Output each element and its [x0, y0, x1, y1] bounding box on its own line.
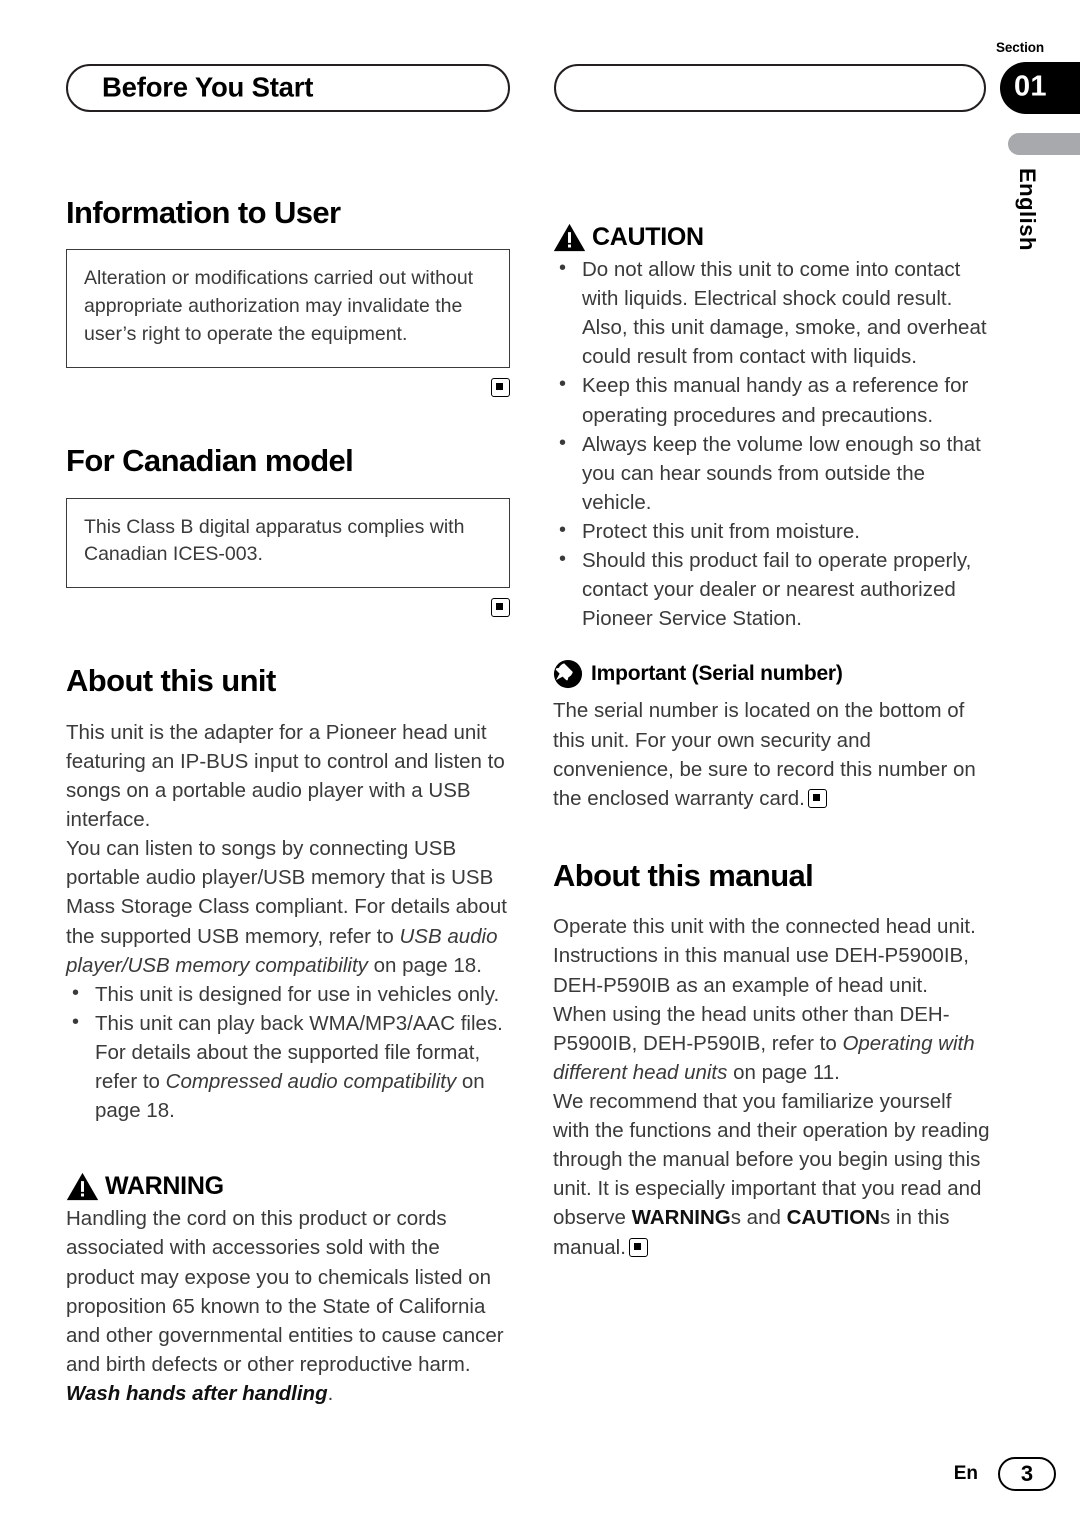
list-item: Should this product fail to operate prop…: [553, 545, 993, 633]
manual-para3-bold-caution: CAUTION: [786, 1206, 880, 1230]
end-of-section-icon: [628, 1237, 648, 1257]
important-note-title: Important (Serial number): [591, 662, 843, 686]
heading-about-this-unit: About this unit: [66, 663, 276, 699]
paragraph-about-manual-1: Operate this unit with the connected hea…: [553, 915, 976, 997]
manual-para3-mid: s and: [730, 1206, 787, 1230]
section-number: 01: [1014, 70, 1047, 103]
heading-information-to-user: Information to User: [66, 195, 341, 230]
page-footer: En 3: [954, 1457, 1056, 1491]
header-pill-right: [554, 64, 986, 112]
heading-about-this-manual: About this manual: [553, 857, 814, 893]
boxed-note-information-to-user: Alteration or modifications carried out …: [66, 249, 510, 369]
para2-part-b: on page 18.: [367, 953, 482, 977]
paragraph-about-unit-1: This unit is the adapter for a Pioneer h…: [66, 720, 505, 832]
warning-text: Handling the cord on this product or cor…: [66, 1204, 510, 1408]
list-item: Keep this manual handy as a reference fo…: [553, 370, 993, 429]
language-tab-bar: [1008, 133, 1080, 155]
list-item: Protect this unit from moisture.: [553, 516, 993, 546]
end-of-section-marker-row: [66, 378, 510, 400]
warning-text-a: Handling the cord on this product or cor…: [66, 1207, 504, 1376]
manual-page: Before You Start Section 01 English Info…: [0, 0, 1080, 1529]
warning-banner: WARNING: [66, 1171, 510, 1201]
section-number-badge: 01: [1000, 62, 1080, 114]
warning-title: WARNING: [105, 1172, 224, 1201]
heading-for-canadian-model: For Canadian model: [66, 443, 354, 479]
list-item: Do not allow this unit to come into cont…: [553, 254, 993, 371]
right-column: CAUTION Do not allow this unit to come i…: [553, 222, 993, 1262]
list-item: This unit is designed for use in vehicle…: [66, 979, 510, 1009]
left-column: Information to User Alteration or modifi…: [66, 196, 510, 1408]
footer-language-code: En: [953, 1463, 978, 1484]
end-of-section-icon: [491, 378, 510, 398]
section-label: Section: [996, 40, 1045, 55]
end-of-section-icon: [491, 598, 510, 618]
important-note-body: The serial number is located on the bott…: [553, 699, 976, 810]
page-title: Before You Start: [102, 71, 314, 103]
end-of-section-marker-row: [66, 598, 510, 620]
bullet-text-a: This unit is designed for use in vehicle…: [95, 982, 500, 1006]
bullet-italic-ref: Compressed audio compatibility: [165, 1070, 457, 1094]
warning-text-emphasis: Wash hands after handling: [66, 1381, 328, 1405]
important-note-header: Important (Serial number): [553, 659, 993, 689]
warning-text-b: .: [327, 1381, 334, 1405]
list-item: Always keep the volume low enough so tha…: [553, 429, 993, 517]
page-number-badge: 3: [998, 1457, 1056, 1491]
page-header: Before You Start: [66, 64, 986, 112]
pushpin-icon: [553, 659, 583, 689]
header-pill-left: Before You Start: [66, 64, 510, 112]
manual-para2-b: on page 11.: [727, 1060, 840, 1084]
caution-bullet-list: Do not allow this unit to come into cont…: [553, 254, 993, 633]
boxed-note-canadian-model: This Class B digital apparatus complies …: [66, 497, 510, 589]
end-of-section-icon: [807, 788, 827, 808]
caution-title: CAUTION: [592, 223, 704, 251]
important-note-text: The serial number is located on the bott…: [553, 696, 993, 812]
manual-para3-bold-warning: WARNING: [631, 1206, 731, 1230]
about-unit-bullet-list: This unit is designed for use in vehicle…: [66, 979, 510, 1126]
warning-triangle-icon: [553, 223, 586, 252]
paragraph-about-manual-3: We recommend that you familiarize yourse…: [553, 1087, 993, 1262]
list-item: This unit can play back WMA/MP3/AAC file…: [66, 1008, 510, 1125]
caution-banner: CAUTION: [553, 222, 993, 252]
paragraph-about-manual-2: When using the head units other than DEH…: [553, 1000, 993, 1087]
paragraph-about-unit-2: You can listen to songs by connecting US…: [66, 834, 510, 980]
language-label: English: [1015, 168, 1040, 251]
warning-triangle-icon: [66, 1172, 99, 1201]
